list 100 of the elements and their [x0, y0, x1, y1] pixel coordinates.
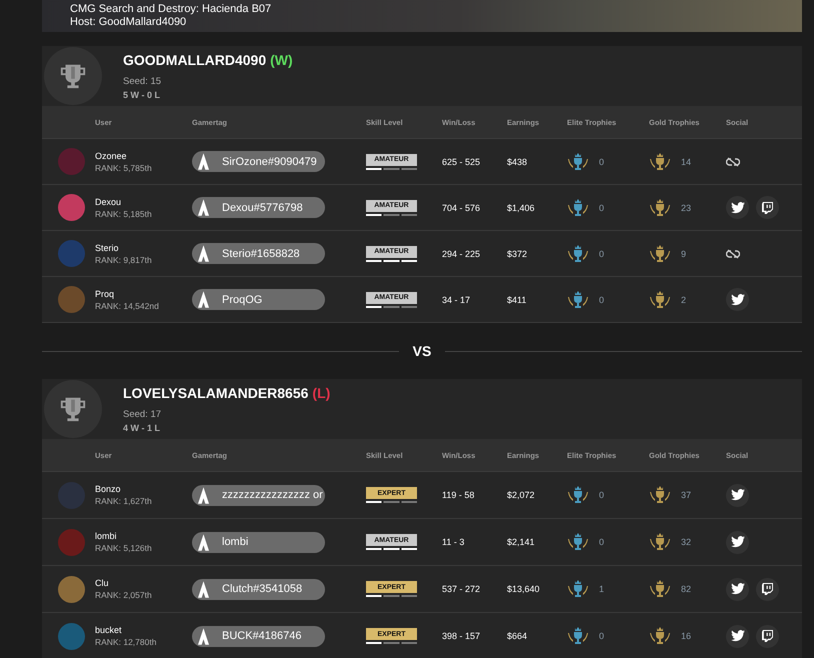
username[interactable]: Sterio — [95, 242, 192, 252]
gamertag-pill: zzzzzzzzzzzzzzzz or — [192, 484, 325, 506]
trophy-icon — [59, 395, 87, 423]
elite-count: 0 — [599, 248, 604, 258]
twitter-button[interactable] — [726, 624, 749, 648]
username[interactable]: Bonzo — [95, 484, 192, 494]
rank-text: RANK: 5,785th — [95, 162, 153, 172]
win-loss: 625 - 525 — [442, 156, 482, 166]
trophy-count: 32 — [681, 537, 692, 547]
earnings: $411 — [507, 294, 528, 304]
banner-text: CMG Search and Destroy: Hacienda B07 — [70, 3, 272, 16]
gamertag-pill: BUCK#4186746 — [192, 626, 325, 646]
earnings: $372 — [507, 248, 528, 258]
earnings: $2,141 — [507, 537, 536, 547]
rank-text: RANK: 1,627th — [95, 496, 153, 506]
username[interactable]: Proq — [95, 288, 192, 298]
peak-icon — [198, 580, 209, 598]
trophy-count: 37 — [681, 490, 692, 500]
peak-icon — [198, 628, 209, 644]
elite-trophy-icon — [567, 625, 589, 647]
peak-icon — [198, 245, 209, 262]
laurel-trophy-icon — [649, 196, 671, 218]
trophy-count: 82 — [681, 584, 692, 594]
gamertag-pill: Clutch#3541058 — [192, 578, 325, 600]
gamertag-pill: Dexou#5776798 — [192, 197, 325, 218]
elite-trophy-icon — [567, 531, 589, 553]
avatar[interactable] — [58, 576, 85, 602]
twitter-button[interactable] — [726, 288, 749, 311]
win-loss: 11 - 3 — [442, 537, 466, 547]
twitch-button[interactable] — [756, 624, 779, 648]
elite-trophy-icon — [567, 578, 589, 600]
twitch-button[interactable] — [756, 196, 779, 219]
trophy-count: 9 — [681, 248, 686, 258]
username[interactable]: lombi — [95, 531, 192, 541]
laurel-trophy-icon — [649, 531, 671, 553]
rank-text: RANK: 14,542nd — [95, 300, 160, 310]
peak-icon — [198, 486, 209, 504]
gamertag-pill: ProqOG — [192, 289, 325, 310]
username[interactable]: Clu — [95, 578, 192, 588]
twitch-button[interactable] — [756, 578, 779, 600]
elite-count: 0 — [599, 294, 604, 304]
elite-trophy-icon — [567, 242, 589, 264]
earnings: $2,072 — [507, 490, 536, 500]
elite-trophy-icon — [567, 150, 589, 172]
broken-link-icon — [726, 248, 740, 258]
team-name: GOODMALLARD4090 — [123, 52, 266, 68]
twitter-button[interactable] — [726, 196, 749, 219]
peak-icon — [198, 534, 209, 550]
team-record: 4 W - 1 L — [123, 423, 162, 433]
win-loss: 537 - 272 — [442, 584, 482, 594]
earnings: $1,406 — [507, 202, 536, 212]
username[interactable]: Ozonee — [95, 150, 192, 160]
twitter-button[interactable] — [726, 484, 749, 506]
trophy-count: 2 — [681, 294, 686, 304]
bird-icon — [730, 583, 744, 595]
win-loss: 294 - 225 — [442, 248, 482, 258]
gamertag-pill: Sterio#1658828 — [192, 243, 325, 264]
gamertag-pill: lombi — [192, 532, 325, 552]
win-loss: 119 - 58 — [442, 490, 476, 500]
rank-text: RANK: 5,185th — [95, 208, 153, 218]
rank-text: RANK: 9,817th — [95, 254, 153, 264]
match-result: (L) — [312, 385, 330, 401]
rank-text: RANK: 12,780th — [95, 637, 158, 647]
bird-icon — [730, 294, 744, 306]
trophy-count: 16 — [681, 631, 692, 641]
elite-count: 1 — [599, 584, 604, 594]
elite-trophy-icon — [567, 484, 589, 506]
chat-bubble-icon — [762, 202, 773, 214]
trophy-icon — [59, 62, 87, 90]
avatar[interactable] — [58, 194, 85, 221]
team-record: 5 W - 0 L — [123, 90, 162, 100]
bird-icon — [730, 536, 744, 548]
win-loss: 34 - 17 — [442, 294, 472, 304]
chat-bubble-icon — [762, 630, 773, 642]
username[interactable]: bucket — [95, 625, 192, 635]
laurel-trophy-icon — [649, 150, 671, 172]
earnings: $13,640 — [507, 584, 541, 594]
elite-trophy-icon — [567, 196, 589, 218]
seed-label: Seed: 17 — [123, 409, 162, 420]
bird-icon — [730, 202, 744, 214]
laurel-trophy-icon — [649, 484, 671, 506]
elite-count: 0 — [599, 631, 604, 641]
elite-count: 0 — [599, 537, 604, 547]
rank-text: RANK: 5,126th — [95, 543, 153, 553]
team-name: LOVELYSALAMANDER8656 — [123, 385, 308, 401]
earnings: $438 — [507, 156, 528, 166]
gamertag-pill: SirOzone#9090479 — [192, 151, 325, 172]
elite-trophy-icon — [567, 288, 589, 310]
elite-count: 0 — [599, 490, 604, 500]
versus-label: VS — [412, 343, 432, 359]
bird-icon — [730, 630, 744, 642]
username[interactable]: Dexou — [95, 196, 192, 206]
twitter-button[interactable] — [726, 578, 749, 600]
twitter-button[interactable] — [726, 530, 749, 554]
laurel-trophy-icon — [649, 625, 671, 647]
match-result: (W) — [270, 52, 293, 68]
win-loss: 704 - 576 — [442, 202, 482, 212]
elite-count: 0 — [599, 202, 604, 212]
earnings: $664 — [507, 631, 528, 641]
elite-count: 0 — [599, 156, 604, 166]
